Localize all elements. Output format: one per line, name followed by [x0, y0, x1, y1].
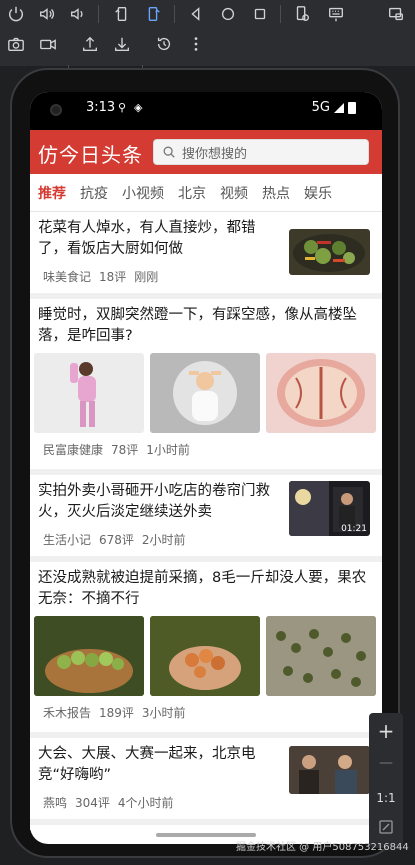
news-meta: 燕鸣 304评 4个小时前	[43, 794, 174, 811]
tab-recommend[interactable]: 推荐	[38, 183, 66, 203]
news-meta: 生活小记 678评 2小时前	[43, 531, 186, 548]
channel-tabs: 推荐 抗疫 小视频 北京 视频 热点 娱乐	[30, 174, 382, 212]
news-comments: 189评	[99, 706, 134, 720]
screen-mirror-icon[interactable]	[384, 2, 408, 26]
news-image	[266, 616, 376, 696]
tab-beijing[interactable]: 北京	[178, 183, 206, 203]
app-header: 仿今日头条 搜你想搜的	[30, 130, 382, 174]
device-settings-icon[interactable]	[290, 2, 314, 26]
news-source: 燕鸣	[43, 796, 68, 810]
news-comments: 78评	[111, 443, 139, 457]
news-image	[34, 353, 144, 433]
news-meta: 禾木报告 189评 3小时前	[30, 696, 382, 721]
signal-icon	[334, 102, 344, 113]
status-bar: 3:13 ⚲ ◈ 5G	[30, 92, 382, 130]
status-time: 3:13	[86, 100, 116, 115]
tab-video[interactable]: 视频	[220, 183, 248, 203]
home-icon[interactable]	[216, 2, 240, 26]
news-image	[34, 616, 144, 696]
download-icon[interactable]	[110, 32, 134, 56]
news-time: 刚刚	[134, 270, 159, 284]
news-title: 睡觉时，双脚突然蹬一下，有踩空感，像从高楼坠落，是咋回事?	[38, 307, 357, 344]
tab-entertainment[interactable]: 娱乐	[304, 183, 332, 203]
app-title: 仿今日头条	[38, 143, 143, 167]
news-title: 大会、大展、大赛一起来，北京电竞“好嗨哟”	[38, 746, 256, 783]
data-saver-icon: ◈	[134, 101, 143, 114]
rotate-right-icon[interactable]	[141, 2, 165, 26]
news-title: 实拍外卖小哥砸开小吃店的卷帘门救火，灭火后淡定继续送外卖	[38, 483, 270, 520]
news-time: 2小时前	[141, 533, 186, 547]
news-source: 民富康健康	[43, 443, 104, 457]
news-image	[150, 353, 260, 433]
zoom-panel: + — 1:1	[369, 713, 403, 848]
news-meta: 民富康健康 78评 1小时前	[30, 433, 382, 458]
news-comments: 18评	[99, 270, 127, 284]
battery-icon	[348, 101, 356, 114]
zoom-ratio-button[interactable]: 1:1	[369, 791, 403, 805]
news-card[interactable]: 实拍外卖小哥砸开小吃店的卷帘门救火，灭火后淡定继续送外卖 生活小记 678评 2…	[30, 475, 382, 562]
news-time: 1小时前	[146, 443, 190, 457]
zoom-in-button[interactable]: +	[369, 719, 403, 743]
keyboard-icon[interactable]	[324, 2, 348, 26]
tab-short-video[interactable]: 小视频	[122, 183, 164, 203]
fit-screen-icon[interactable]	[369, 819, 403, 839]
volume-up-icon[interactable]	[35, 2, 59, 26]
news-card[interactable]: 睡觉时，双脚突然蹬一下，有踩空感，像从高楼坠落，是咋回事? 民富康健康 78评 …	[30, 299, 382, 475]
video-icon[interactable]	[36, 32, 60, 56]
news-image	[150, 616, 260, 696]
tab-epidemic[interactable]: 抗疫	[80, 183, 108, 203]
more-vertical-icon[interactable]	[184, 32, 208, 56]
news-thumbnail	[289, 746, 370, 794]
news-time: 4个小时前	[117, 796, 174, 810]
news-image-row	[30, 347, 382, 433]
search-placeholder: 搜你想搜的	[182, 146, 248, 162]
rotate-left-icon[interactable]	[110, 2, 134, 26]
news-time: 3小时前	[141, 706, 186, 720]
power-icon[interactable]	[4, 2, 28, 26]
volume-down-icon[interactable]	[66, 2, 90, 26]
news-source: 味美食记	[43, 270, 92, 284]
news-meta: 味美食记 18评 刚刚	[43, 268, 158, 285]
news-card[interactable]: 花菜有人焯水，有人直接炒，都错了，看饭店大厨如何做 味美食记 18评 刚刚	[30, 212, 382, 299]
news-title: 还没成熟就被迫提前采摘，8毛一斤却没人要，果农无奈：不摘不行	[38, 570, 367, 607]
news-feed[interactable]: 花菜有人焯水，有人直接炒，都错了，看饭店大厨如何做 味美食记 18评 刚刚 睡觉…	[30, 212, 382, 830]
network-label: 5G	[311, 100, 330, 115]
news-image-row	[30, 610, 382, 696]
back-icon[interactable]	[184, 2, 208, 26]
search-icon	[163, 146, 175, 158]
home-gesture-bar[interactable]	[156, 833, 256, 837]
search-input[interactable]: 搜你想搜的	[153, 139, 369, 165]
upload-icon[interactable]	[78, 32, 102, 56]
news-comments: 678评	[99, 533, 134, 547]
watermark: 掘金技术社区 @ 用户508753216844	[236, 842, 409, 853]
news-source: 生活小记	[43, 533, 92, 547]
news-image	[266, 353, 376, 433]
news-thumbnail	[289, 229, 370, 275]
camera-icon[interactable]	[4, 32, 28, 56]
news-comments: 304评	[75, 796, 110, 810]
tab-hot[interactable]: 热点	[262, 183, 290, 203]
zoom-out-button[interactable]: —	[369, 755, 403, 771]
news-source: 禾木报告	[43, 706, 92, 720]
emulator-toolbar	[0, 0, 415, 83]
news-title: 花菜有人焯水，有人直接炒，都错了，看饭店大厨如何做	[38, 220, 256, 257]
news-video-thumbnail[interactable]: 01:21	[289, 481, 370, 536]
news-card[interactable]: 还没成熟就被迫提前采摘，8毛一斤却没人要，果农无奈：不摘不行 禾木报告 189评…	[30, 562, 382, 738]
mic-icon: ⚲	[118, 101, 127, 114]
front-camera	[50, 104, 62, 116]
video-duration: 01:21	[341, 524, 367, 534]
news-card[interactable]: 大会、大展、大赛一起来，北京电竞“好嗨哟” 燕鸣 304评 4个小时前	[30, 738, 382, 825]
overview-icon[interactable]	[248, 2, 272, 26]
restore-icon[interactable]	[152, 32, 176, 56]
